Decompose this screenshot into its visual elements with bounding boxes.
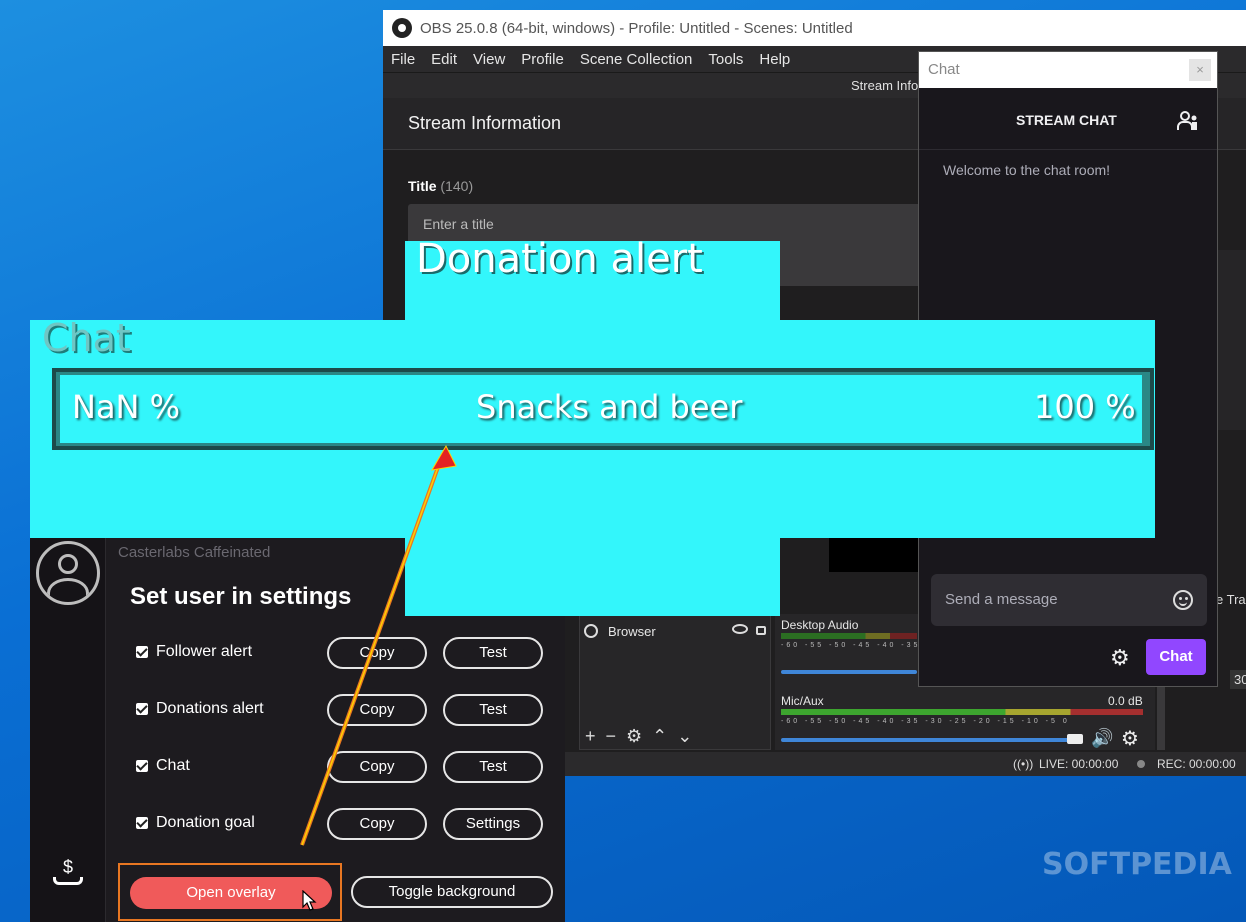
- source-settings-gear-icon[interactable]: ⚙: [626, 726, 642, 747]
- move-down-chevron-icon[interactable]: ⌄: [677, 726, 692, 747]
- donation-goal-bar: NaN % Snacks and beer 100 %: [52, 368, 1154, 450]
- menu-tools[interactable]: Tools: [708, 51, 743, 68]
- eye-icon[interactable]: [732, 624, 748, 634]
- donation-goal-copy-button[interactable]: Copy: [327, 808, 427, 840]
- source-row-browser[interactable]: Browser: [584, 621, 768, 641]
- globe-icon: [584, 624, 598, 638]
- lock-icon[interactable]: [756, 626, 766, 635]
- live-broadcast-icon: ((•)): [1013, 757, 1034, 771]
- donation-goal-row[interactable]: Donation goal: [136, 814, 255, 832]
- goal-title: Snacks and beer: [476, 388, 743, 426]
- goal-percent-right: 100 %: [1034, 388, 1136, 426]
- menu-view[interactable]: View: [473, 51, 505, 68]
- chat-welcome-message: Welcome to the chat room!: [943, 162, 1111, 178]
- donations-alert-test-button[interactable]: Test: [443, 694, 543, 726]
- remove-source-icon[interactable]: −: [606, 726, 617, 747]
- follower-alert-row[interactable]: Follower alert: [136, 643, 252, 661]
- donations-alert-label: Donations alert: [156, 700, 264, 717]
- emoji-icon[interactable]: [1173, 590, 1193, 610]
- donation-goal-checkbox[interactable]: [136, 817, 148, 829]
- toggle-background-button[interactable]: Toggle background: [351, 876, 553, 908]
- mic-aux-slider[interactable]: [781, 738, 1081, 742]
- chat-label: Chat: [156, 757, 190, 774]
- casterlabs-app-title: Casterlabs Caffeinated: [118, 544, 271, 561]
- menu-edit[interactable]: Edit: [431, 51, 457, 68]
- mouse-cursor-icon: [302, 890, 317, 911]
- sources-toolbar: + − ⚙ ⌃ ⌄: [579, 722, 771, 750]
- users-icon[interactable]: [1177, 110, 1199, 132]
- chat-settings-gear-icon[interactable]: ⚙: [1110, 646, 1134, 670]
- donations-alert-copy-button[interactable]: Copy: [327, 694, 427, 726]
- transition-label-partial: e Tra: [1216, 592, 1246, 607]
- mic-aux-meter: [781, 709, 1143, 715]
- desktop-audio-slider[interactable]: [781, 670, 917, 674]
- dock-title: Stream Info: [851, 78, 919, 93]
- chat-copy-button[interactable]: Copy: [327, 751, 427, 783]
- obs-window-title: OBS 25.0.8 (64-bit, windows) - Profile: …: [420, 19, 853, 37]
- chat-header: STREAM CHAT: [919, 88, 1217, 150]
- mic-aux-slider-handle[interactable]: [1067, 734, 1083, 744]
- donations-alert-row[interactable]: Donations alert: [136, 700, 264, 718]
- chat-send-button[interactable]: Chat: [1146, 639, 1206, 675]
- title-label: Title (140): [408, 178, 473, 194]
- mic-aux-ticks: -60 -55 -50 -45 -40 -35 -30 -25 -20 -15 …: [781, 718, 1070, 725]
- chat-message-input[interactable]: Send a message: [931, 574, 1207, 626]
- follower-alert-test-button[interactable]: Test: [443, 637, 543, 669]
- goal-percent-left: NaN %: [72, 388, 181, 426]
- move-up-chevron-icon[interactable]: ⌃: [652, 726, 667, 747]
- chat-titlebar: Chat ×: [919, 52, 1217, 88]
- chat-window-title: Chat: [928, 61, 960, 78]
- chat-overlay-title: Chat: [42, 316, 131, 360]
- title-char-count: (140): [440, 178, 474, 194]
- follower-alert-checkbox[interactable]: [136, 646, 148, 658]
- menu-scene-collection[interactable]: Scene Collection: [580, 51, 693, 68]
- follower-alert-label: Follower alert: [156, 643, 253, 660]
- casterlabs-sidebar: $: [30, 537, 106, 922]
- mixer-gear-icon[interactable]: ⚙: [1121, 726, 1139, 751]
- obs-logo-icon: [392, 18, 412, 38]
- donation-goal-settings-button[interactable]: Settings: [443, 808, 543, 840]
- speaker-icon[interactable]: 🔊: [1091, 728, 1113, 749]
- title-label-text: Title: [408, 178, 437, 194]
- mic-aux-db: 0.0 dB: [1108, 694, 1143, 708]
- rec-dot-icon: [1137, 760, 1145, 768]
- avatar[interactable]: [36, 541, 100, 605]
- stream-chat-title: STREAM CHAT: [1016, 112, 1117, 128]
- desktop-audio-meter: [781, 633, 917, 639]
- donation-goal-label: Donation goal: [156, 814, 255, 831]
- chat-checkbox[interactable]: [136, 760, 148, 772]
- close-icon[interactable]: ×: [1189, 59, 1211, 81]
- follower-alert-copy-button[interactable]: Copy: [327, 637, 427, 669]
- obs-preview-black: [829, 538, 921, 572]
- chat-row[interactable]: Chat: [136, 757, 190, 775]
- mic-aux-label: Mic/Aux: [781, 694, 824, 708]
- source-name: Browser: [608, 623, 656, 639]
- chat-input-placeholder: Send a message: [945, 591, 1058, 608]
- menu-help[interactable]: Help: [759, 51, 790, 68]
- donations-alert-checkbox[interactable]: [136, 703, 148, 715]
- donation-alert-title: Donation alert: [416, 236, 703, 282]
- live-time: LIVE: 00:00:00: [1039, 757, 1119, 771]
- user-name-heading: Set user in settings: [130, 583, 352, 610]
- desktop-audio-label: Desktop Audio: [781, 618, 859, 632]
- add-source-icon[interactable]: +: [585, 726, 596, 747]
- menu-file[interactable]: File: [391, 51, 415, 68]
- duration-field-partial[interactable]: 30: [1230, 670, 1246, 689]
- chat-test-button[interactable]: Test: [443, 751, 543, 783]
- obs-titlebar: OBS 25.0.8 (64-bit, windows) - Profile: …: [383, 10, 1246, 46]
- rec-time: REC: 00:00:00: [1157, 757, 1236, 771]
- donation-hand-icon[interactable]: $: [50, 857, 86, 893]
- desktop-audio-ticks: -60 -55 -50 -45 -40 -35 -30 -25 -20 -15 …: [781, 642, 921, 649]
- donate-dollar: $: [62, 857, 73, 877]
- softpedia-watermark: SOFTPEDIA: [1042, 847, 1232, 882]
- menu-profile[interactable]: Profile: [521, 51, 564, 68]
